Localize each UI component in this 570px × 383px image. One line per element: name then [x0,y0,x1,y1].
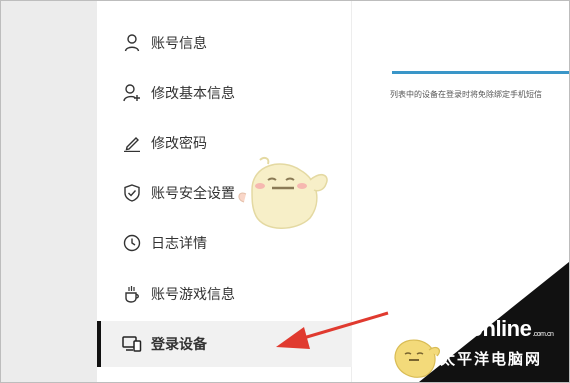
user-edit-icon [122,83,142,103]
sidebar-item-label: 账号游戏信息 [151,287,235,303]
shield-check-icon [122,183,142,203]
sidebar-item-label: 账号信息 [151,36,207,52]
sidebar-item-label: 日志详情 [151,236,207,252]
user-icon [122,33,142,53]
mascot-sticker-icon [238,156,328,229]
devices-icon [122,334,142,354]
sidebar-item-label: 修改密码 [151,136,207,152]
watermark-brand: PConline.com.cn [440,316,554,341]
sidebar-item-label: 登录设备 [151,337,207,353]
left-gutter [1,1,97,382]
tab-underline [392,71,569,74]
sidebar-item-label: 账号安全设置 [151,186,235,202]
red-arrow-icon [276,311,389,349]
clock-icon [122,233,142,253]
watermark-chinese: 太平洋电脑网 [440,350,543,368]
sidebar-item-edit-basic-info[interactable]: 修改基本信息 [97,70,352,116]
cup-icon [122,284,142,304]
pconline-watermark: PConline.com.cn 太平洋电脑网 [440,318,565,378]
sidebar-item-label: 修改基本信息 [151,86,235,102]
sidebar-item-account-info[interactable]: 账号信息 [97,20,352,66]
device-hint-text: 列表中的设备在登录时将免除绑定手机短信 [390,90,542,99]
pencil-icon [122,133,142,153]
